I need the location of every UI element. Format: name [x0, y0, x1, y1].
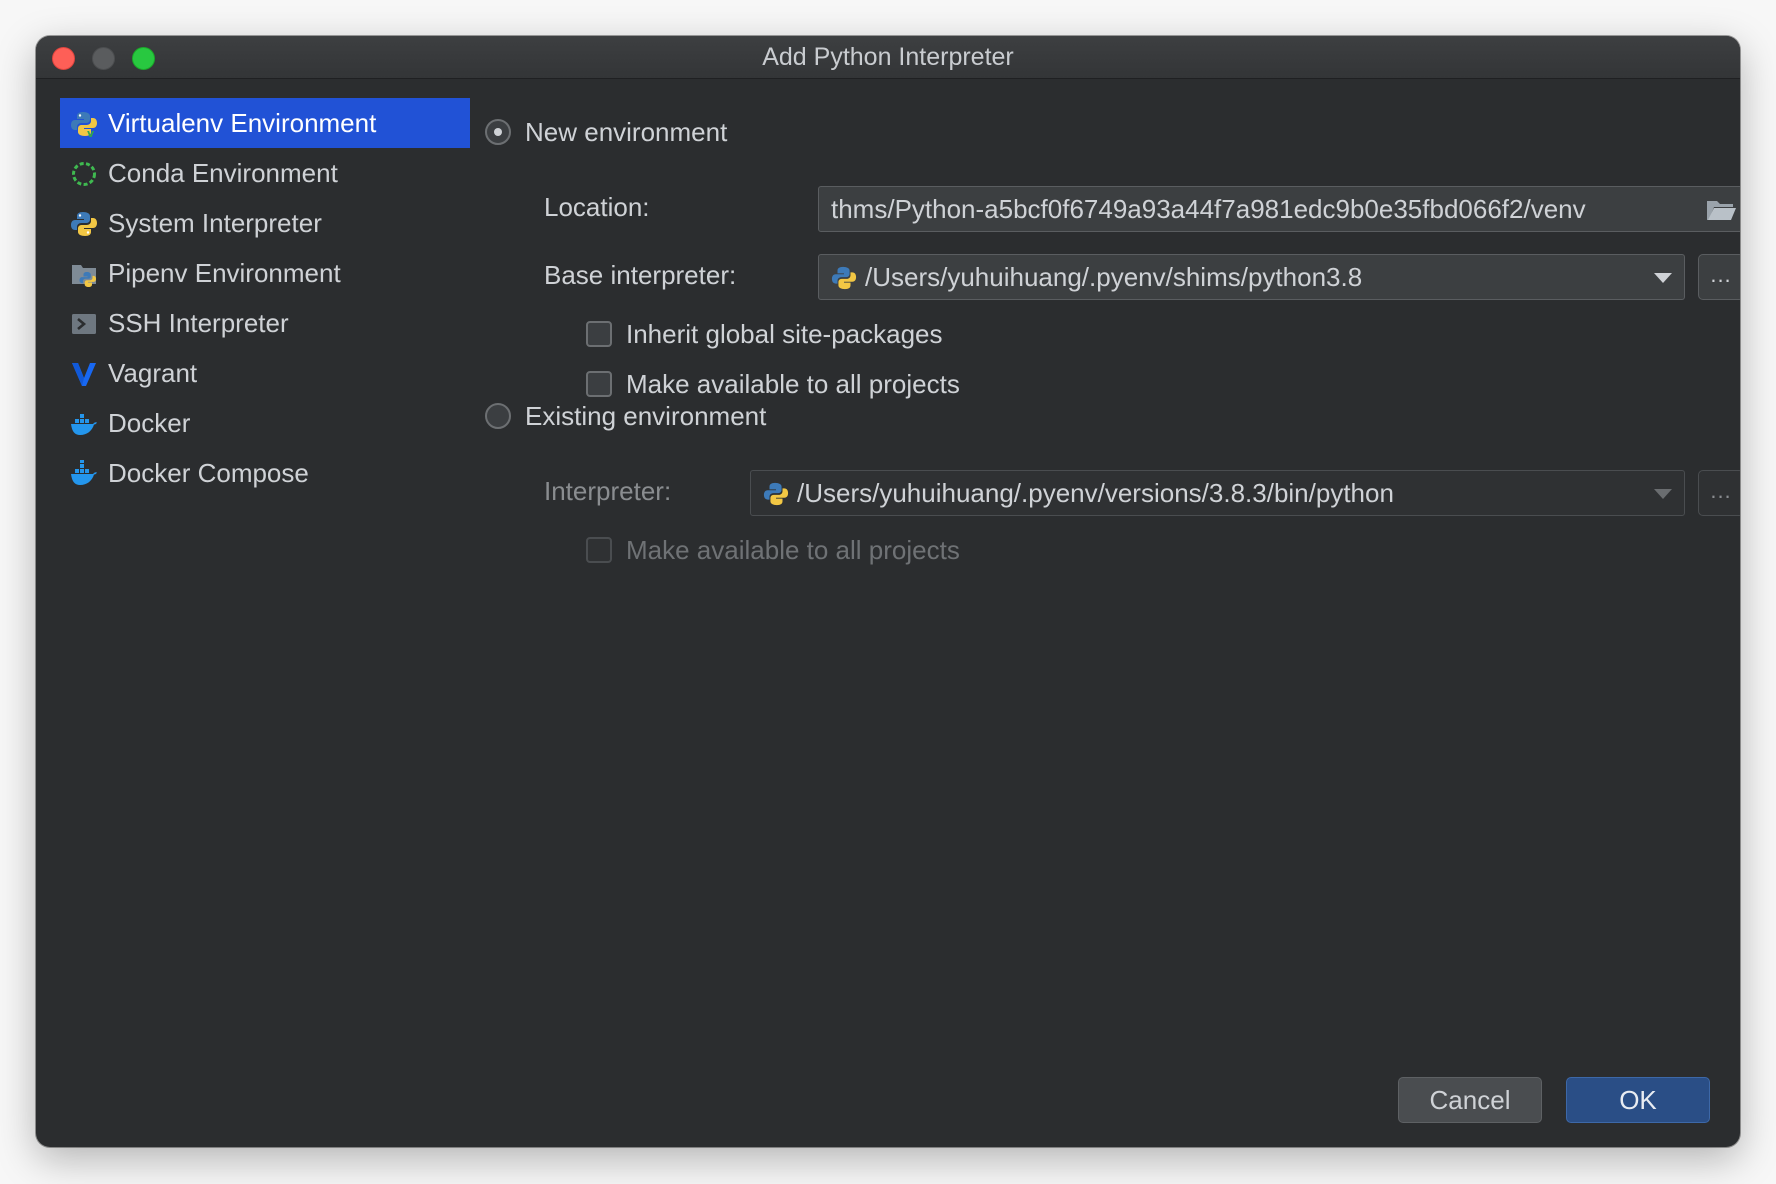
- make-available-new-checkbox[interactable]: [586, 371, 612, 397]
- existing-interpreter-combo[interactable]: /Users/yuhuihuang/.pyenv/versions/3.8.3/…: [750, 470, 1685, 516]
- base-interpreter-browse-button[interactable]: ...: [1698, 254, 1740, 300]
- sidebar-item-docker[interactable]: Docker: [60, 398, 470, 448]
- new-environment-label: New environment: [525, 116, 728, 147]
- conda-icon: [72, 162, 96, 186]
- make-available-existing-label: Make available to all projects: [626, 534, 960, 565]
- sidebar-item-pipenv[interactable]: Pipenv Environment: [60, 248, 470, 298]
- svg-text:v: v: [87, 127, 95, 138]
- cancel-button[interactable]: Cancel: [1398, 1077, 1542, 1123]
- sidebar-item-label: SSH Interpreter: [108, 308, 289, 338]
- python-icon: [71, 212, 97, 236]
- sidebar-item-label: Conda Environment: [108, 158, 338, 188]
- make-available-existing-row[interactable]: Make available to all projects: [586, 530, 960, 570]
- folder-icon[interactable]: [1705, 196, 1737, 224]
- inherit-site-packages-checkbox[interactable]: [586, 321, 612, 347]
- chevron-down-icon[interactable]: [1654, 273, 1672, 283]
- interpreter-settings-panel: New environment Location: thms/Python-a5…: [485, 98, 1740, 1147]
- existing-environment-radio[interactable]: [485, 403, 511, 429]
- virtualenv-icon: v: [71, 112, 97, 138]
- window-title: Add Python Interpreter: [762, 43, 1014, 71]
- inherit-site-packages-row[interactable]: Inherit global site-packages: [586, 314, 943, 354]
- sidebar-item-label: Virtualenv Environment: [108, 108, 377, 138]
- sidebar-item-conda[interactable]: Conda Environment: [60, 148, 470, 198]
- existing-environment-radio-row[interactable]: Existing environment: [485, 396, 766, 436]
- existing-interpreter-browse-button[interactable]: ...: [1698, 470, 1740, 516]
- vagrant-icon: [72, 363, 96, 386]
- existing-interpreter-value: /Users/yuhuihuang/.pyenv/versions/3.8.3/…: [797, 478, 1394, 508]
- new-environment-radio[interactable]: [485, 119, 511, 145]
- base-interpreter-value: /Users/yuhuihuang/.pyenv/shims/python3.8: [865, 262, 1363, 292]
- dialog-window: Add Python Interpreter v Virtualenv Envi…: [36, 36, 1740, 1147]
- sidebar-item-label: Pipenv Environment: [108, 258, 341, 288]
- docker-icon: [71, 414, 97, 435]
- ssh-terminal-icon: [72, 314, 96, 334]
- sidebar-item-label: Docker Compose: [108, 458, 309, 488]
- interpreter-type-list: v Virtualenv Environment Conda Environme…: [60, 98, 470, 498]
- base-interpreter-combo[interactable]: /Users/yuhuihuang/.pyenv/shims/python3.8: [818, 254, 1685, 300]
- sidebar-item-label: Vagrant: [108, 358, 198, 388]
- sidebar-item-docker-compose[interactable]: Docker Compose: [60, 448, 470, 498]
- interpreter-label: Interpreter:: [544, 476, 672, 506]
- sidebar-item-label: Docker: [108, 408, 191, 438]
- location-label: Location:: [544, 192, 650, 222]
- sidebar-item-virtualenv[interactable]: v Virtualenv Environment: [60, 98, 470, 148]
- sidebar-item-system[interactable]: System Interpreter: [60, 198, 470, 248]
- ok-button[interactable]: OK: [1566, 1077, 1710, 1123]
- python-icon: [763, 482, 789, 506]
- python-icon: [831, 266, 857, 290]
- docker-compose-icon: [71, 460, 97, 485]
- sidebar-item-ssh[interactable]: SSH Interpreter: [60, 298, 470, 348]
- existing-environment-label: Existing environment: [525, 400, 767, 431]
- make-available-new-label: Make available to all projects: [626, 368, 960, 399]
- pipenv-icon: [72, 265, 96, 287]
- make-available-existing-checkbox[interactable]: [586, 537, 612, 563]
- base-interpreter-label: Base interpreter:: [544, 260, 737, 290]
- location-value: thms/Python-a5bcf0f6749a93a44f7a981edc9b…: [831, 194, 1586, 224]
- new-environment-radio-row[interactable]: New environment: [485, 112, 727, 152]
- sidebar-item-vagrant[interactable]: Vagrant: [60, 348, 470, 398]
- chevron-down-icon[interactable]: [1654, 489, 1672, 499]
- inherit-site-packages-label: Inherit global site-packages: [626, 318, 943, 349]
- title-bar: Add Python Interpreter: [36, 36, 1740, 79]
- location-field[interactable]: thms/Python-a5bcf0f6749a93a44f7a981edc9b…: [818, 186, 1740, 232]
- sidebar-item-label: System Interpreter: [108, 208, 322, 238]
